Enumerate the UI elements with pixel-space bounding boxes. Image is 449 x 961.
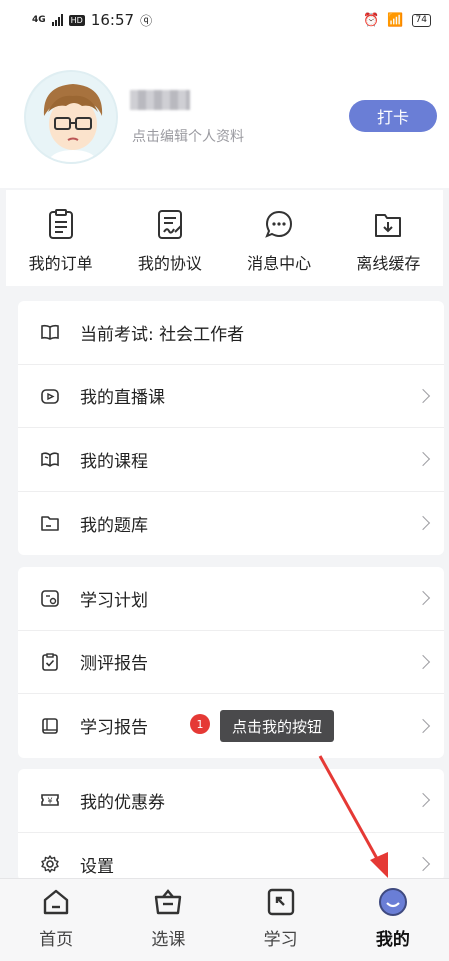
quick-label: 我的协议 [137,254,202,273]
username-redacted [130,90,190,110]
tab-home[interactable]: 首页 [0,879,112,961]
chat-bubble-icon [265,210,293,238]
calendar-icon [40,588,60,608]
row-label: 学习报告 [80,718,148,739]
open-book-icon [40,322,60,342]
folder-icon [40,513,60,533]
home-icon [43,889,69,915]
row-current-exam[interactable]: 当前考试: 社会工作者 [18,301,444,365]
row-my-courses[interactable]: 我的课程 [18,428,444,492]
network-label: 4G [32,15,46,25]
tab-course-select[interactable]: 选课 [112,879,224,961]
wifi-icon: 📶 [387,12,404,28]
row-my-live-courses[interactable]: 我的直播课 [18,365,444,428]
profile-header: 点击编辑个人资料 打卡 [0,40,449,188]
tooltip-step-badge: 1 [190,714,210,734]
chevron-right-icon [415,793,431,808]
chevron-right-icon [415,857,431,872]
chevron-right-icon [415,654,431,669]
chevron-right-icon [415,591,431,606]
quick-message-center[interactable]: 消息中心 [225,190,334,286]
row-label: 测评报告 [80,654,148,675]
study-icon [267,888,294,916]
checkin-button[interactable]: 打卡 [349,100,437,132]
quick-label: 我的订单 [28,254,93,273]
alarm-icon: ⏰ [363,12,380,28]
folder-download-icon [375,214,402,237]
coupon-icon: ¥ [40,790,60,810]
menu-card-courses: 当前考试: 社会工作者 我的直播课 我的课程 我的题库 [18,301,444,555]
status-bar: 4G HD 16:57 ⓠ ⏰ 📶 74 [0,0,449,40]
notebook-icon [40,716,60,736]
row-label: 当前考试: 社会工作者 [80,324,245,345]
quick-my-agreements[interactable]: 我的协议 [115,190,224,286]
row-label: 我的题库 [80,515,148,536]
tab-profile[interactable]: 我的 [337,879,449,961]
tab-label: 我的 [375,930,410,950]
avatar-illustration [26,72,116,162]
edit-profile-hint[interactable]: 点击编辑个人资料 [132,126,244,146]
row-assessment-report[interactable]: 测评报告 [18,631,444,694]
clipboard-check-icon [40,652,60,672]
document-sign-icon [157,210,182,239]
bottom-tab-bar: 首页 选课 学习 我的 [0,878,449,961]
chevron-right-icon [415,516,431,531]
clock: 16:57 [90,11,135,29]
avatar[interactable] [24,70,118,164]
svg-text:¥: ¥ [47,797,52,806]
row-label: 我的优惠券 [80,792,165,813]
row-label: 我的直播课 [80,388,165,409]
row-study-plan[interactable]: 学习计划 [18,567,444,631]
hd-badge: HD [68,14,85,26]
tab-label: 选课 [151,930,186,950]
tab-label: 学习 [263,930,298,950]
basket-icon [155,889,182,915]
quick-label: 离线缓存 [356,254,421,273]
row-label: 设置 [80,856,114,877]
chevron-right-icon [415,718,431,733]
live-video-icon [40,386,60,406]
battery-icon: 74 [411,13,431,27]
signal-icon [51,14,63,26]
gear-icon [40,854,60,874]
profile-icon [378,888,407,916]
row-label: 我的课程 [80,451,148,472]
quick-actions: 我的订单 我的协议 消息中心 离线缓存 [6,190,443,286]
notification-icon: ⓠ [140,13,153,28]
quick-my-orders[interactable]: 我的订单 [6,190,115,286]
row-label: 学习计划 [80,590,148,611]
row-my-question-bank[interactable]: 我的题库 [18,492,444,556]
tab-label: 首页 [39,930,74,950]
quick-offline-cache[interactable]: 离线缓存 [334,190,443,286]
book-icon [40,449,60,469]
chevron-right-icon [415,388,431,403]
clipboard-list-icon [48,209,73,239]
tab-study[interactable]: 学习 [225,879,337,961]
quick-label: 消息中心 [247,254,312,273]
tooltip-hint: 点击我的按钮 [220,710,334,742]
chevron-right-icon [415,452,431,467]
red-arrow-annotation [318,755,388,878]
